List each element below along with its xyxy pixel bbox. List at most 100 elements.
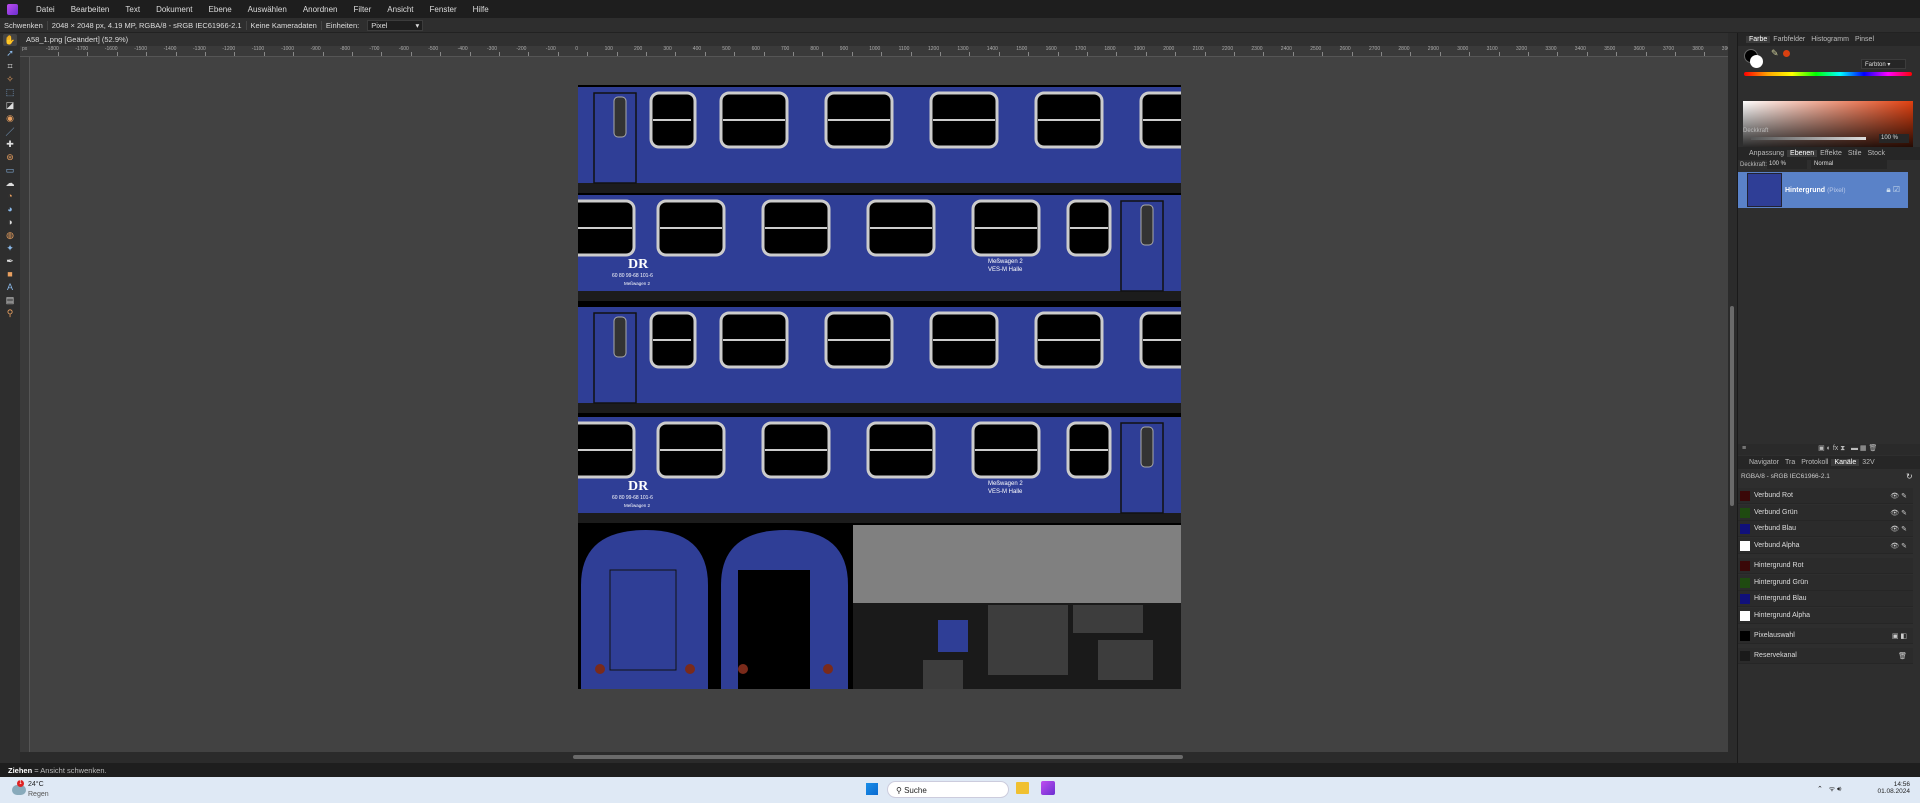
ruler-tick: [1439, 52, 1441, 56]
channel-thumbnail: [1740, 523, 1750, 534]
menu-hilfe[interactable]: Hilfe: [465, 5, 497, 14]
channel-row[interactable]: Hintergrund Blau: [1738, 591, 1913, 607]
color-picker-tool-icon[interactable]: ◉: [3, 112, 17, 124]
menu-auswählen[interactable]: Auswählen: [240, 5, 295, 14]
opacity-value[interactable]: 100 %: [1879, 134, 1909, 143]
file-explorer-icon[interactable]: [1016, 782, 1029, 794]
layers-stack-icon[interactable]: ≡: [1742, 445, 1746, 452]
menu-filter[interactable]: Filter: [346, 5, 380, 14]
lock-icon[interactable]: 🔒︎ ☑: [1886, 185, 1900, 195]
menu-ebene[interactable]: Ebene: [201, 5, 240, 14]
dodge-tool-icon[interactable]: ◔: [3, 190, 17, 202]
refresh-icon[interactable]: ↻: [1906, 472, 1913, 481]
menu-dokument[interactable]: Dokument: [148, 5, 200, 14]
tab-histogramm[interactable]: Histogramm: [1808, 36, 1852, 43]
channel-row[interactable]: Hintergrund Grün: [1738, 575, 1913, 591]
tab-anpassung[interactable]: Anpassung: [1746, 150, 1787, 157]
visibility-icon[interactable]: 👁︎ ✎: [1890, 542, 1907, 550]
tab-pinsel[interactable]: Pinsel: [1852, 36, 1877, 43]
tab-stock[interactable]: Stock: [1864, 150, 1888, 157]
channel-row[interactable]: Verbund Rot 👁︎ ✎: [1738, 488, 1913, 504]
burn-tool-icon[interactable]: ◕: [3, 203, 17, 215]
menu-anordnen[interactable]: Anordnen: [295, 5, 346, 14]
weather-temp[interactable]: 24°C: [28, 781, 44, 788]
tab-32v[interactable]: 32V: [1859, 459, 1877, 466]
paint-brush-tool-icon[interactable]: ／: [3, 125, 17, 137]
ruler-label: 3100: [1486, 46, 1498, 52]
tray-icons[interactable]: ⌃ ᯤ 🔊︎: [1817, 785, 1841, 794]
flood-fill-tool-icon[interactable]: ◪: [3, 99, 17, 111]
canvas[interactable]: DR 60 80 99-68 101-6 Meßwagen 2 Meßwagen 2V…: [30, 57, 1728, 752]
clock-date[interactable]: 01.08.2024: [1870, 788, 1910, 795]
channel-row[interactable]: Reservekanal 🗑︎: [1738, 648, 1913, 664]
clone-tool-icon[interactable]: ⊛: [3, 151, 17, 163]
tab-protokoll[interactable]: Protokoll: [1798, 459, 1831, 466]
menu-fenster[interactable]: Fenster: [422, 5, 465, 14]
tab-navigator[interactable]: Navigator: [1746, 459, 1782, 466]
vertical-scroll-thumb[interactable]: [1730, 306, 1734, 506]
channel-row[interactable]: Verbund Alpha 👁︎ ✎: [1738, 538, 1913, 554]
visibility-icon[interactable]: 👁︎ ✎: [1890, 509, 1907, 517]
eraser-tool-icon[interactable]: ▭: [3, 164, 17, 176]
selection-channel-icon[interactable]: ▣ ◧: [1892, 632, 1907, 640]
blend-mode-dropdown[interactable]: Normal: [1811, 160, 1887, 169]
healing-tool-icon[interactable]: ✚: [3, 138, 17, 150]
channel-row[interactable]: Hintergrund Rot: [1738, 558, 1913, 574]
channel-row[interactable]: Hintergrund Alpha: [1738, 608, 1913, 624]
hue-slider[interactable]: [1744, 72, 1912, 76]
channel-row[interactable]: Verbund Blau 👁︎ ✎: [1738, 521, 1913, 537]
tab-tra[interactable]: Tra: [1782, 459, 1798, 466]
document-tab[interactable]: A58_1.png [Geändert] (52.9%): [20, 33, 1728, 46]
affinity-photo-taskbar-icon[interactable]: [1041, 781, 1055, 795]
tab-farbfelder[interactable]: Farbfelder: [1770, 36, 1808, 43]
weather-text[interactable]: Regen: [28, 791, 49, 798]
tab-stile[interactable]: Stile: [1845, 150, 1865, 157]
menu-bearbeiten[interactable]: Bearbeiten: [63, 5, 118, 14]
menu-datei[interactable]: Datei: [28, 5, 63, 14]
ruler-tick: [1469, 52, 1471, 56]
hand-tool-icon[interactable]: ✋: [3, 34, 17, 46]
zoom-tool-icon[interactable]: ▤: [3, 294, 17, 306]
color-mode-dropdown[interactable]: Farbton ▾: [1861, 59, 1906, 69]
tab-ebenen[interactable]: Ebenen: [1787, 150, 1818, 157]
selection-brush-tool-icon[interactable]: ✧: [3, 73, 17, 85]
trash-icon[interactable]: 🗑︎: [1898, 652, 1907, 660]
crop-tool-icon[interactable]: ⌗: [3, 60, 17, 72]
horizontal-scroll-thumb[interactable]: [573, 755, 1183, 759]
visibility-icon[interactable]: 👁︎ ✎: [1890, 492, 1907, 500]
tab-farbe[interactable]: Farbe: [1746, 36, 1771, 43]
units-dropdown[interactable]: Pixel ▾: [367, 19, 424, 31]
channel-row[interactable]: Pixelauswahl ▣ ◧: [1738, 628, 1913, 644]
tab-effekte[interactable]: Effekte: [1817, 150, 1845, 157]
horizontal-scrollbar[interactable]: [20, 752, 1728, 761]
marquee-tool-icon[interactable]: ⬚: [3, 86, 17, 98]
clock-time[interactable]: 14:56: [1870, 781, 1910, 788]
text-tool-icon[interactable]: A: [3, 281, 17, 293]
move-tool-icon[interactable]: ➚: [3, 47, 17, 59]
shape-tool-icon[interactable]: ■: [3, 268, 17, 280]
menu-text[interactable]: Text: [117, 5, 148, 14]
view-tool-icon[interactable]: ⚲: [3, 307, 17, 319]
channel-row[interactable]: Verbund Grün 👁︎ ✎: [1738, 505, 1913, 521]
layer-row[interactable]: Hintergrund (Pixel) 🔒︎ ☑: [1738, 172, 1908, 208]
eyedropper-icon[interactable]: ✎: [1771, 48, 1779, 59]
ruler-label: 2600: [1339, 46, 1351, 52]
fx-icon[interactable]: ▣ ◐ fx ⧗ ▬ ▦ 🗑︎: [1818, 445, 1877, 452]
vertical-scrollbar[interactable]: [1728, 46, 1737, 752]
ruler-label: 1300: [957, 46, 969, 52]
retouch-tool-icon[interactable]: ✦: [3, 242, 17, 254]
menu-ansicht[interactable]: Ansicht: [379, 5, 421, 14]
layer-opacity-value[interactable]: 100 %: [1767, 160, 1807, 169]
visibility-icon[interactable]: 👁︎ ✎: [1890, 525, 1907, 533]
smudge-tool-icon[interactable]: ☁: [3, 177, 17, 189]
search-box[interactable]: ⚲ Suche: [887, 781, 1009, 798]
sponge-tool-icon[interactable]: ◑: [3, 216, 17, 228]
secondary-color-swatch[interactable]: [1750, 55, 1763, 68]
tab-kanäle[interactable]: Kanäle: [1831, 459, 1860, 466]
opacity-slider[interactable]: [1751, 137, 1866, 140]
coach-number: 60 80 99-68 101-6: [612, 273, 653, 279]
windows-start-icon[interactable]: [866, 783, 878, 795]
pen-tool-icon[interactable]: ✒: [3, 255, 17, 267]
blur-tool-icon[interactable]: ◍: [3, 229, 17, 241]
status-key: Ziehen: [8, 766, 33, 775]
